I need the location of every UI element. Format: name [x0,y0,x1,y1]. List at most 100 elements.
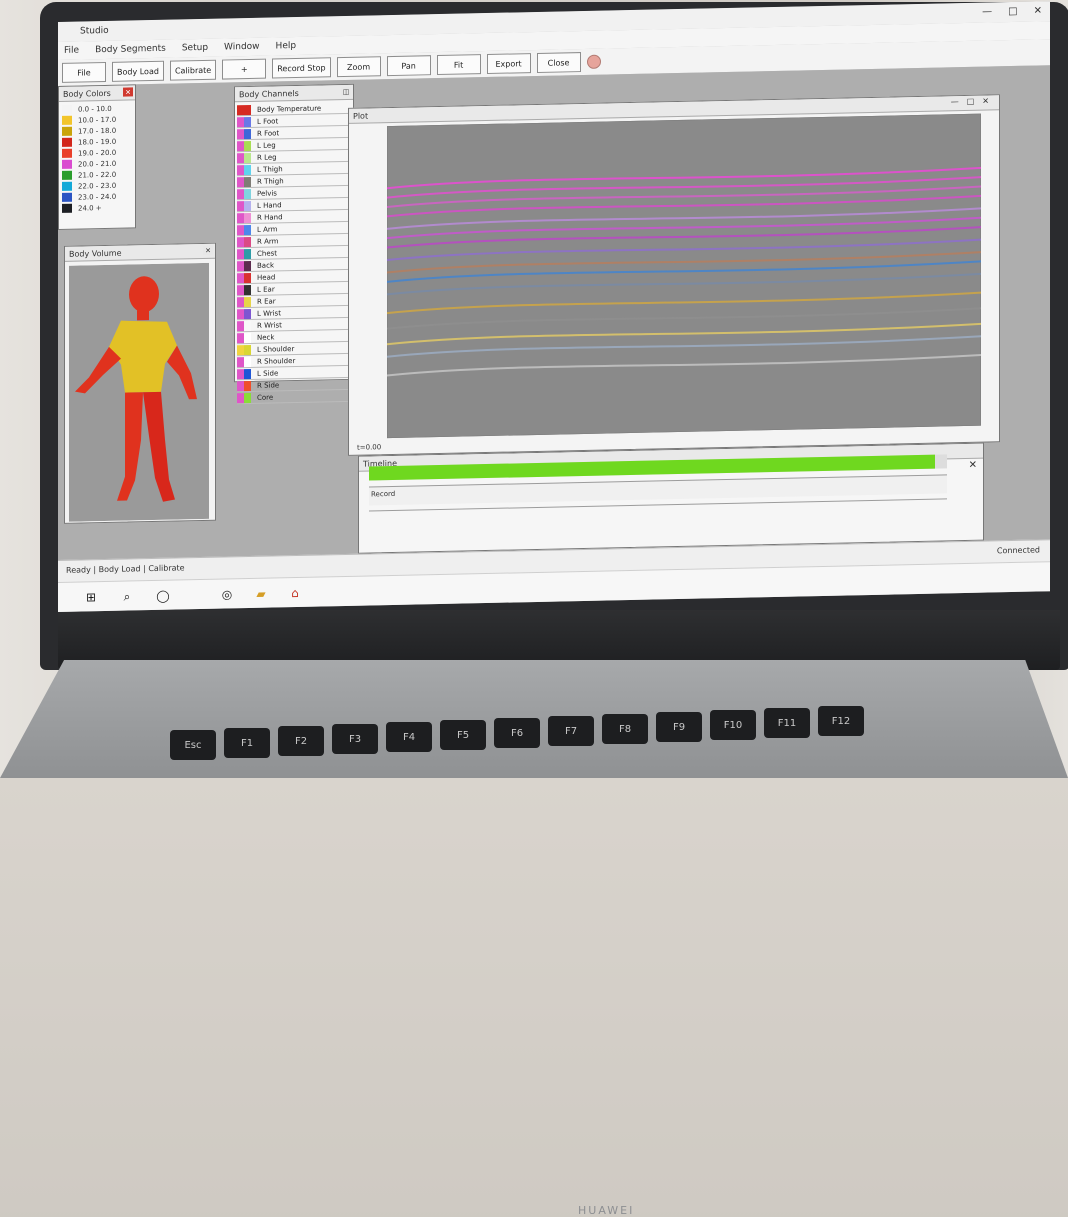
key[interactable]: Esc [170,730,216,760]
legend-label: 17.0 - 18.0 [78,126,117,136]
browser-icon[interactable]: ◎ [218,585,236,603]
segment-label: Body Temperature [257,103,322,114]
key[interactable]: F6 [494,718,540,748]
segment-color-a [237,248,244,259]
close-icon[interactable]: ✕ [1034,5,1042,16]
legend-swatch [62,203,72,213]
key[interactable]: F1 [224,728,270,758]
key[interactable]: F12 [818,706,864,736]
timeline-close-icon[interactable]: ✕ [969,460,977,471]
toolbar-close-button[interactable]: Close [536,52,581,73]
toolbar-add-button[interactable]: + [222,58,267,80]
legend-label: 24.0 + [78,203,102,213]
keyboard: Esc F1 F2 F3 F4 F5 F6 F7 F8 F9 F10 F11 F… [170,690,1050,778]
body-panel-title: Body Volume [69,248,122,259]
key[interactable]: F5 [440,720,486,750]
close-icon[interactable]: ✕ [123,87,133,97]
chat-icon[interactable]: ◯ [154,587,172,605]
segment-color-a [237,296,244,307]
menu-setup[interactable]: Setup [182,43,208,54]
legend-swatch [62,137,72,147]
legend-swatch [62,192,72,202]
plot-line [386,354,982,377]
key[interactable]: F11 [764,708,810,738]
plot-line [386,251,982,274]
segment-label: R Wrist [257,320,282,330]
toolbar-body-load-button[interactable]: Body Load [112,60,164,82]
search-icon[interactable]: ⌕ [118,587,136,605]
segment-color-a [237,236,244,247]
legend-swatch [62,170,72,180]
plot-line [386,291,982,315]
legend-panel: Body Colors ✕ 0.0 - 10.0 10.0 - 17.0 17.0 … [58,84,136,230]
segment-color-a [237,152,244,163]
segment-color-a [237,368,244,379]
segment-label: Core [257,392,274,402]
key[interactable]: F3 [332,724,378,754]
menu-help[interactable]: Help [276,41,297,51]
plot-status: t=0.00 [357,443,382,452]
segment-color-a [237,104,244,115]
app-icon[interactable]: ⌂ [286,584,304,602]
segment-label: L Hand [257,200,282,210]
close-icon[interactable]: ✕ [982,96,989,105]
pin-icon[interactable]: ◫ [341,86,351,97]
toolbar-zoom-button[interactable]: Zoom [336,56,381,78]
toolbar-calibrate-button[interactable]: Calibrate [169,59,217,81]
status-right: Connected [996,545,1040,556]
maximize-icon[interactable]: □ [967,97,975,106]
plot-line [386,176,982,199]
toolbar-pan-button[interactable]: Pan [386,55,431,77]
start-icon[interactable]: ⊞ [82,588,100,606]
segment-color-b [244,380,251,391]
key[interactable]: F9 [656,712,702,742]
segment-color-b [244,236,251,247]
minimize-icon[interactable]: — [982,6,992,17]
menu-body-segments[interactable]: Body Segments [95,44,166,55]
minimize-icon[interactable]: — [951,97,959,106]
toolbar-file-button[interactable]: File [62,61,106,83]
plot-area[interactable] [386,113,982,439]
key[interactable]: F7 [548,716,594,746]
key[interactable]: F2 [278,726,324,756]
segments-panel: Body Channels ◫ Body Temperature L Foot R … [234,83,354,405]
plot-line [386,272,982,296]
segment-color-a [237,344,244,355]
key[interactable]: F8 [602,714,648,744]
segment-color-b [244,212,251,223]
segment-color-b [244,296,251,307]
segment-color-b [244,188,251,199]
segment-color-a [237,260,244,271]
body-panel: Body Volume ✕ [64,242,216,524]
segment-row[interactable]: Core [237,389,351,405]
segment-label: Neck [257,332,275,342]
menu-window[interactable]: Window [224,42,260,53]
segment-label: R Foot [257,128,280,138]
toolbar-fit-button[interactable]: Fit [436,54,481,76]
segment-color-b [244,140,251,151]
toolbar-export-button[interactable]: Export [486,53,531,75]
menu-file[interactable]: File [64,46,79,56]
folder-icon[interactable]: ▰ [252,585,270,603]
plot-window: Plot — □ ✕ t=0.00 [348,94,1000,456]
segment-label: L Wrist [257,308,281,318]
toolbar-record-stop-button[interactable]: Record Stop [272,57,331,79]
legend-label: 0.0 - 10.0 [78,104,112,114]
legend-row: 24.0 + [59,201,135,214]
maximize-icon[interactable]: □ [1008,6,1017,17]
segments-panel-title: Body Channels [239,88,299,99]
key[interactable]: F4 [386,722,432,752]
close-icon[interactable]: ✕ [203,245,213,255]
segment-color-b [244,248,251,259]
plot-line [386,216,982,240]
legend-swatch [62,104,72,114]
segment-color-a [237,128,244,139]
segment-color-a [237,272,244,283]
segment-color-b [244,284,251,295]
segment-label: R Hand [257,212,283,222]
segment-label: R Ear [257,296,276,306]
segment-color-a [237,188,244,199]
key[interactable]: F10 [710,710,756,740]
segment-color-b [244,332,251,343]
segment-color-b [244,152,251,163]
